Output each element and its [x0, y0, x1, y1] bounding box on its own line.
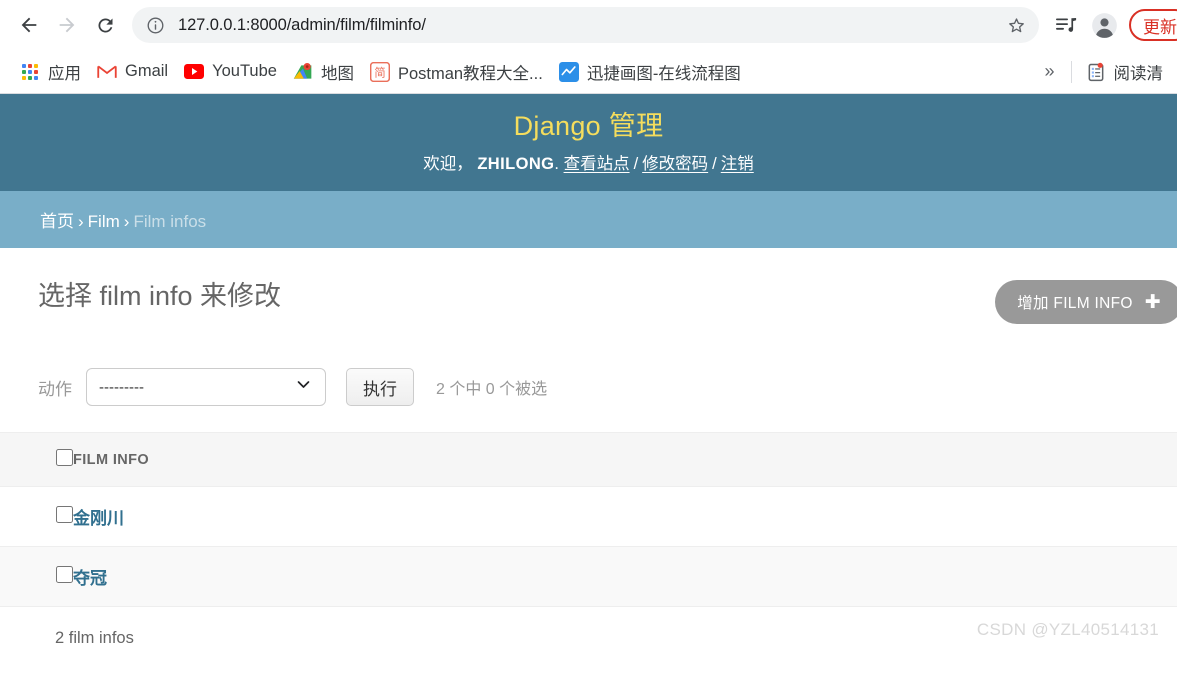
row-name-cell: 夺冠 [73, 546, 1177, 608]
breadcrumb: 首页 › Film › Film infos [0, 191, 1177, 249]
bookmark-label: Gmail [125, 62, 169, 80]
back-button[interactable] [10, 6, 48, 44]
link-separator: / [633, 154, 639, 173]
selection-counter: 2 个中 0 个被选 [436, 381, 548, 399]
bookmarks-bar: 应用 Gmail YouTube 地图 简 Postman教程大全... 迅捷画… [0, 50, 1177, 94]
reading-list-label: 阅读清 [1113, 64, 1164, 83]
plus-icon: ✚ [1144, 291, 1161, 313]
select-all-checkbox[interactable] [56, 449, 73, 467]
add-film-info-button[interactable]: 增加 FILM INFO ✚ [995, 280, 1177, 325]
results-table-body: 金刚川 夺冠 [0, 486, 1177, 608]
username: ZHILONG [477, 154, 555, 173]
action-select[interactable]: --------- [86, 368, 326, 407]
actions-toolbar: 动作 --------- 执行 2 个中 0 个被选 [0, 324, 1177, 407]
svg-text:简: 简 [374, 65, 385, 79]
profile-button[interactable] [1087, 8, 1121, 42]
apps-grid-icon [20, 62, 40, 82]
table-header-row: FILM INFO [0, 432, 1177, 488]
row-checkbox[interactable] [56, 506, 73, 524]
bookmark-star-icon[interactable] [1001, 10, 1031, 40]
bookmark-gmail[interactable]: Gmail [89, 57, 176, 87]
logout-link[interactable]: 注销 [721, 155, 754, 173]
bookmark-label: 迅捷画图-在线流程图 [586, 64, 741, 83]
bookmark-postman[interactable]: 简 Postman教程大全... [362, 57, 551, 87]
youtube-icon [184, 62, 205, 82]
profile-avatar-icon [1091, 12, 1117, 38]
row-select-cell [0, 486, 73, 548]
address-bar[interactable]: 127.0.0.1:8000/admin/film/filminfo/ [132, 7, 1039, 43]
jianshu-icon: 简 [369, 61, 390, 82]
toolbar-divider [1070, 60, 1072, 83]
film-info-link[interactable]: 夺冠 [73, 569, 107, 588]
view-site-link[interactable]: 查看站点 [564, 155, 630, 173]
breadcrumb-separator: › [78, 212, 84, 232]
reload-button[interactable] [86, 6, 124, 44]
site-info-icon[interactable] [146, 16, 165, 35]
row-checkbox[interactable] [56, 566, 73, 584]
column-header-film-info[interactable]: FILM INFO [73, 432, 1177, 488]
reading-list-button[interactable]: 阅读清 [1078, 57, 1172, 87]
select-all-header [0, 432, 73, 488]
table-row: 夺冠 [0, 546, 1177, 608]
admin-header: Django 管理 欢迎， ZHILONG. 查看站点 / 修改密码 / 注销 [0, 94, 1177, 192]
bookmark-maps[interactable]: 地图 [285, 57, 362, 87]
welcome-suffix: . [554, 154, 559, 173]
breadcrumb-home[interactable]: 首页 [40, 212, 74, 231]
results-table-head: FILM INFO [0, 432, 1177, 488]
gmail-icon [97, 62, 117, 82]
table-row: 金刚川 [0, 486, 1177, 548]
xunjie-chart-icon [558, 61, 579, 82]
breadcrumb-app[interactable]: Film [88, 212, 120, 231]
change-password-link[interactable]: 修改密码 [642, 155, 708, 173]
row-name-cell: 金刚川 [73, 486, 1177, 548]
action-label: 动作 [38, 379, 72, 399]
page-title: 选择 film info 来修改 [38, 281, 282, 312]
page-header-row: 选择 film info 来修改 增加 FILM INFO ✚ [0, 248, 1177, 325]
welcome-prefix: 欢迎， [423, 154, 473, 173]
add-button-label: 增加 FILM INFO [1017, 295, 1133, 313]
results-table: FILM INFO 金刚川 夺冠 [0, 432, 1177, 608]
bookmark-youtube[interactable]: YouTube [176, 57, 285, 87]
browser-toolbar: 127.0.0.1:8000/admin/film/filminfo/ 更新 [0, 0, 1177, 50]
breadcrumb-current: Film infos [133, 212, 207, 232]
update-button[interactable]: 更新 [1129, 9, 1177, 41]
forward-arrow-icon [59, 17, 75, 33]
run-action-button[interactable]: 执行 [346, 368, 414, 407]
bookmark-label: Postman教程大全... [397, 64, 543, 83]
page-branding-title: Django 管理 [513, 111, 664, 141]
google-maps-icon [293, 62, 313, 82]
forward-button[interactable] [48, 6, 86, 44]
reading-list-icon [1086, 62, 1106, 82]
user-tools: 欢迎， ZHILONG. 查看站点 / 修改密码 / 注销 [40, 154, 1137, 175]
bookmarks-overflow-button[interactable]: » [1034, 61, 1064, 82]
link-separator: / [712, 154, 717, 173]
bookmark-label: 应用 [48, 64, 81, 83]
bookmark-xunjie[interactable]: 迅捷画图-在线流程图 [551, 57, 749, 87]
media-control-icon [1056, 18, 1077, 32]
bookmark-apps[interactable]: 应用 [12, 57, 89, 87]
action-select-wrapper: --------- [86, 368, 326, 407]
film-info-link[interactable]: 金刚川 [73, 509, 124, 528]
bookmark-label: YouTube [212, 62, 277, 80]
reload-icon [97, 17, 112, 32]
back-arrow-icon [21, 17, 37, 33]
row-select-cell [0, 546, 73, 608]
watermark: CSDN @YZL40514131 [976, 620, 1159, 640]
bookmark-label: 地图 [320, 64, 354, 83]
main-content: 选择 film info 来修改 增加 FILM INFO ✚ 动作 -----… [0, 248, 1177, 649]
browser-chrome: 127.0.0.1:8000/admin/film/filminfo/ 更新 应… [0, 0, 1177, 94]
url-text: 127.0.0.1:8000/admin/film/filminfo/ [178, 15, 426, 34]
breadcrumb-separator: › [123, 212, 130, 232]
media-control-button[interactable] [1049, 8, 1083, 42]
